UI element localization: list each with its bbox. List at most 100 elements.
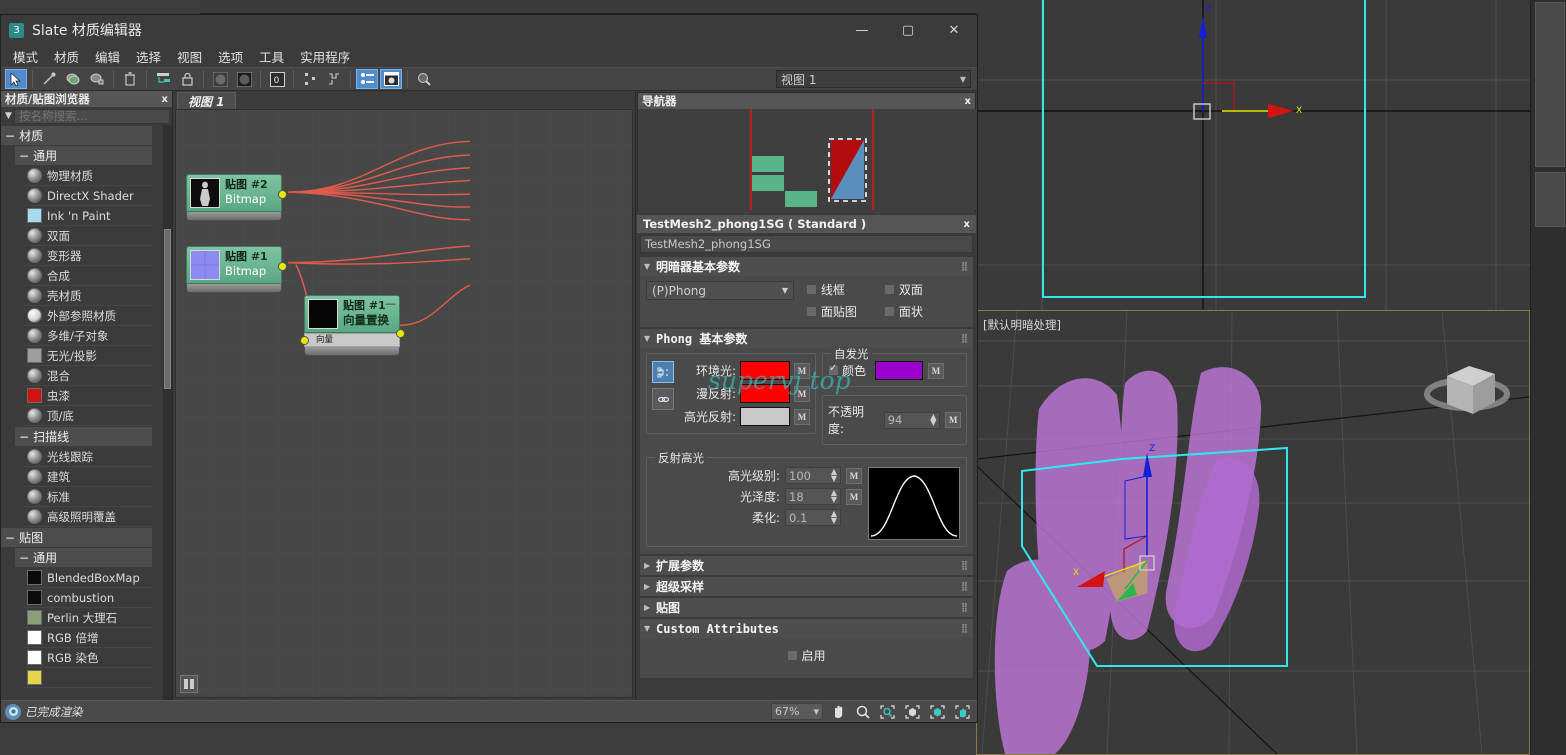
browser-item[interactable]: BlendedBoxMap xyxy=(23,568,152,588)
browser-item[interactable] xyxy=(23,668,152,688)
ambient-map-button[interactable]: M xyxy=(794,362,810,379)
rollup-extended-params[interactable]: ▶ 扩展参数 ⣿ xyxy=(640,556,973,575)
viewport-front[interactable]: Z X xyxy=(976,0,1530,310)
rollup-header[interactable]: ▼ Phong 基本参数 ⣿ xyxy=(640,329,973,348)
rollup-header[interactable]: ▶ 扩展参数 ⣿ xyxy=(640,556,973,575)
view-selector-combo[interactable]: 视图 1 ▼ xyxy=(776,70,971,88)
tree-collapse-icon[interactable]: − xyxy=(19,149,29,163)
checkbox-enable-custom-attributes[interactable]: 启用 xyxy=(787,647,826,664)
browser-group-材质[interactable]: − 材质 xyxy=(1,126,152,145)
menu-item-view[interactable]: 视图 xyxy=(169,45,210,68)
filter-chevron-icon[interactable]: ▼ xyxy=(3,111,14,121)
zoom-extents-selected-icon[interactable] xyxy=(927,702,948,721)
command-panel-rail[interactable] xyxy=(1530,0,1566,755)
browser-item[interactable]: 双面 xyxy=(23,226,152,246)
node-output-socket[interactable] xyxy=(396,329,405,338)
menu-item-select[interactable]: 选择 xyxy=(128,45,169,68)
rollup-header[interactable]: ▶ 超级采样 ⣿ xyxy=(640,577,973,596)
rollup-supersampling[interactable]: ▶ 超级采样 ⣿ xyxy=(640,577,973,596)
lock-ambient-diffuse-icon[interactable] xyxy=(652,361,674,383)
node-body[interactable]: 贴图 #2 Bitmap xyxy=(186,174,282,212)
status-bar[interactable]: 已完成渲染 67% ▼ xyxy=(1,700,977,722)
diffuse-map-button[interactable]: M xyxy=(794,385,810,402)
menu-item-utilities[interactable]: 实用程序 xyxy=(292,45,358,68)
browser-item[interactable]: Perlin 大理石 xyxy=(23,608,152,628)
material-name-field[interactable]: TestMesh2_phong1SG xyxy=(640,235,973,253)
drag-handle-icon[interactable]: ⣿ xyxy=(961,582,969,592)
drag-handle-icon[interactable]: ⣿ xyxy=(961,262,969,272)
browser-subgroup-扫描线[interactable]: − 扫描线 xyxy=(15,427,152,446)
browser-item[interactable]: 建筑 xyxy=(23,467,152,487)
opacity-spinner[interactable]: 94 ▲ ▼ xyxy=(883,411,941,429)
show-map-icon[interactable] xyxy=(233,69,255,89)
checkbox-wireframe[interactable]: 线框 xyxy=(806,281,884,298)
hierarchy-icon[interactable] xyxy=(299,69,321,89)
node-view-panel[interactable]: 视图 1 贴图 #2 Bitmap 贴图 #1 Bitmap 贴图 #1 向量置… xyxy=(173,91,635,700)
navigator-panel[interactable]: 导航器 x xyxy=(637,92,976,213)
show-background-icon[interactable] xyxy=(209,69,231,89)
checkbox-box[interactable] xyxy=(828,363,839,376)
zoom-level-combo[interactable]: 67% ▼ xyxy=(771,703,823,720)
tree-collapse-icon[interactable]: − xyxy=(5,531,15,545)
specular-level-spinner[interactable]: 100 ▲ ▼ xyxy=(785,467,841,484)
node-view-tool-icon[interactable] xyxy=(180,675,198,693)
node-input-row[interactable]: 向量 xyxy=(300,333,400,347)
browser-subgroup-通用[interactable]: − 通用 xyxy=(15,146,152,165)
checkbox-box[interactable] xyxy=(787,650,799,661)
rollup-header[interactable]: ▼ Custom Attributes ⣿ xyxy=(640,619,973,638)
node-output-socket[interactable] xyxy=(278,262,287,271)
browser-item[interactable]: 高级照明覆盖 xyxy=(23,507,152,527)
lock-icon[interactable] xyxy=(176,69,198,89)
pan-icon[interactable] xyxy=(827,702,848,721)
node-thumbnail-person-silhouette[interactable] xyxy=(190,178,220,208)
viewport-top-strip[interactable] xyxy=(200,0,990,14)
render-icon[interactable] xyxy=(5,703,21,720)
spinner-arrows-icon[interactable]: ▲ ▼ xyxy=(831,468,837,482)
main-toolbar[interactable]: 0 视图 1 ▼ xyxy=(1,67,977,91)
specular-map-button[interactable]: M xyxy=(794,408,810,425)
material-map-browser[interactable]: 材质/贴图浏览器 x ▼ −材质−通用物理材质DirectX ShaderInk… xyxy=(1,91,173,700)
spinner-arrows-icon[interactable]: ▲ ▼ xyxy=(831,489,837,503)
glossiness-map-button[interactable]: M xyxy=(846,488,862,505)
rollup-maps[interactable]: ▶ 贴图 ⣿ xyxy=(640,598,973,617)
zero-icon[interactable]: 0 xyxy=(266,69,288,89)
node-footer[interactable] xyxy=(186,284,282,293)
lock-diffuse-specular-icon[interactable] xyxy=(652,388,674,410)
soften-spinner[interactable]: 0.1 ▲ ▼ xyxy=(785,509,841,526)
node-body[interactable]: 贴图 #1 Bitmap xyxy=(186,246,282,284)
browser-item[interactable]: 标准 xyxy=(23,487,152,507)
browser-item[interactable]: 光线跟踪 xyxy=(23,447,152,467)
browse-icon[interactable] xyxy=(413,69,435,89)
node-collapse-icon[interactable]: — xyxy=(385,297,396,310)
specular-level-map-button[interactable]: M xyxy=(846,467,862,484)
search-input[interactable] xyxy=(14,108,170,124)
menu-bar[interactable]: 模式 材质 编辑 选择 视图 选项 工具 实用程序 xyxy=(1,45,977,67)
node-bitmap-2[interactable]: 贴图 #2 Bitmap xyxy=(186,174,287,221)
material-list-icon[interactable] xyxy=(356,69,378,89)
rollup-header[interactable]: ▼ 明暗器基本参数 ⣿ xyxy=(640,257,973,276)
navigator-canvas[interactable] xyxy=(638,109,976,213)
diffuse-color-swatch[interactable] xyxy=(740,384,790,403)
rollup-shader-basic-params[interactable]: ▼ 明暗器基本参数 ⣿ (P)Phong ▼ 线框 双面 面贴图 面状 xyxy=(640,257,973,327)
zoom-icon[interactable] xyxy=(852,702,873,721)
browser-item[interactable]: 合成 xyxy=(23,266,152,286)
close-button[interactable]: ✕ xyxy=(931,15,977,45)
browser-item[interactable]: Ink 'n Paint xyxy=(23,206,152,226)
checkbox-box[interactable] xyxy=(884,284,895,295)
browser-item[interactable]: 虫漆 xyxy=(23,386,152,406)
browser-scroll-thumb[interactable] xyxy=(164,229,171,389)
browser-item[interactable]: 混合 xyxy=(23,366,152,386)
material-header-close-icon[interactable]: x xyxy=(964,219,970,230)
browser-scrollbar[interactable] xyxy=(163,125,172,700)
delete-icon[interactable] xyxy=(119,69,141,89)
select-arrow-icon[interactable] xyxy=(5,69,27,89)
self-illum-map-button[interactable]: M xyxy=(928,362,945,379)
browser-list[interactable]: − 材质 − 通用 物理材质 DirectX Shader Ink 'n Paint 双面 变形… xyxy=(1,125,172,700)
browser-item[interactable]: 外部参照材质 xyxy=(23,306,152,326)
node-footer[interactable] xyxy=(304,347,400,356)
rollup-phong-basic-params[interactable]: ▼ Phong 基本参数 ⣿ 环境光: M 漫反射: M 高光反射: M 自发光… xyxy=(640,329,973,554)
parameter-panel[interactable]: 导航器 x TestMesh2_phong1SG (Standard) x … xyxy=(635,91,977,700)
menu-item-mode[interactable]: 模式 xyxy=(5,45,46,68)
navigator-close-icon[interactable]: x xyxy=(965,96,971,107)
viewport-perspective[interactable]: Z X [默认明暗处理] xyxy=(976,310,1530,755)
